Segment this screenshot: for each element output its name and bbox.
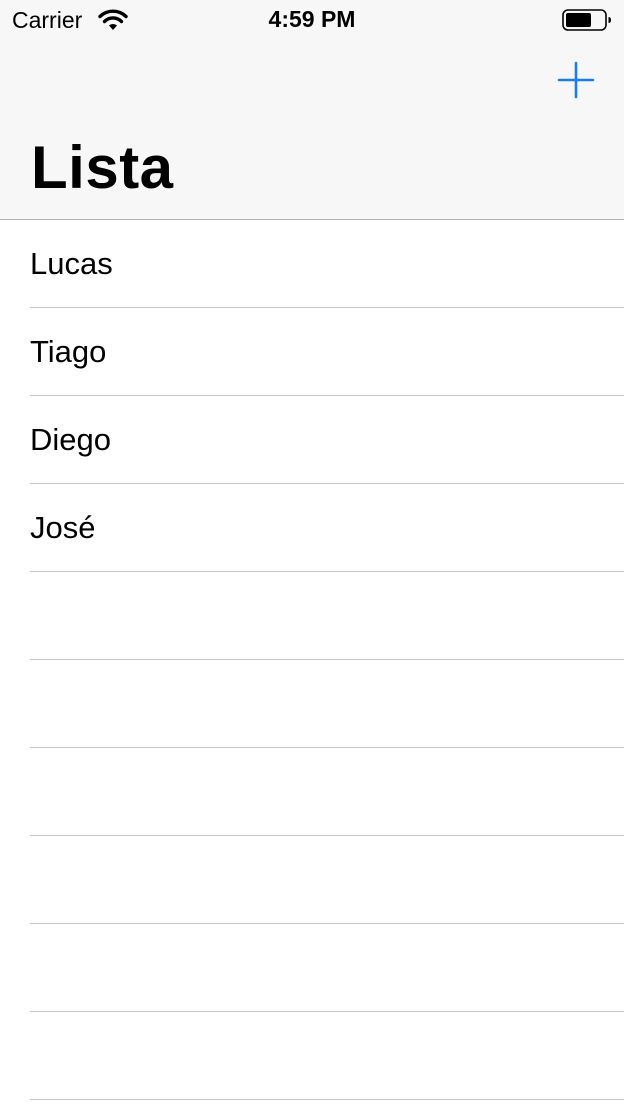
status-time: 4:59 PM bbox=[268, 6, 356, 32]
navigation-bar: Carrier 4:59 PM Lista bbox=[0, 0, 624, 220]
battery-icon bbox=[562, 9, 611, 31]
table-view[interactable]: Lucas Tiago Diego José bbox=[0, 220, 624, 1100]
list-item-label: José bbox=[30, 510, 96, 545]
empty-row bbox=[0, 660, 624, 748]
list-item-label: Diego bbox=[30, 422, 111, 457]
add-button[interactable] bbox=[554, 58, 598, 102]
empty-row bbox=[0, 836, 624, 924]
list-item[interactable]: Diego bbox=[0, 396, 624, 484]
list-item[interactable]: Tiago bbox=[0, 308, 624, 396]
empty-row bbox=[0, 924, 624, 1012]
list-item-label: Lucas bbox=[30, 246, 113, 281]
list-item[interactable]: José bbox=[0, 484, 624, 572]
page-title: Lista bbox=[31, 134, 174, 201]
empty-row bbox=[0, 748, 624, 836]
empty-row bbox=[0, 1012, 624, 1100]
empty-row bbox=[0, 572, 624, 660]
list-item-label: Tiago bbox=[30, 334, 107, 369]
plus-icon bbox=[557, 61, 595, 99]
row-separator bbox=[30, 1099, 624, 1100]
list-item[interactable]: Lucas bbox=[0, 220, 624, 308]
